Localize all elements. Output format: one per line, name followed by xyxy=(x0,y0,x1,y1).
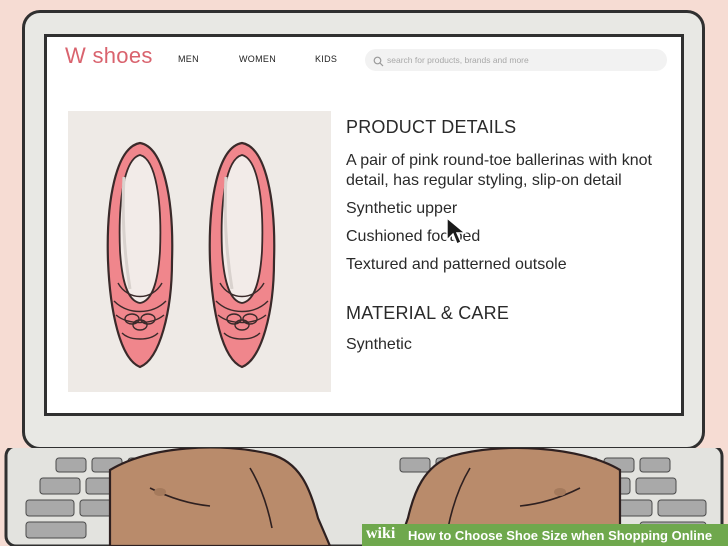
ballerina-shoes-illustration xyxy=(106,141,276,369)
feature-item: Synthetic upper xyxy=(346,200,458,217)
product-details: PRODUCT DETAILS A pair of pink round-toe… xyxy=(346,117,666,354)
wikihow-watermark: wiki How to Choose Shoe Size when Shoppi… xyxy=(362,524,728,546)
search-bar[interactable] xyxy=(365,49,667,71)
feature-item: Textured and patterned outsole xyxy=(346,256,567,273)
product-image[interactable] xyxy=(68,111,331,392)
search-input[interactable] xyxy=(387,49,657,71)
mouse-pointer-icon xyxy=(446,216,467,245)
laptop-screen: W shoes MEN WOMEN KIDS search for produc… xyxy=(44,34,684,416)
product-details-title: PRODUCT DETAILS xyxy=(346,117,517,137)
material-value: Synthetic xyxy=(346,336,412,353)
watermark-title: How to Choose Shoe Size when Shopping On… xyxy=(408,528,713,543)
material-care-title: MATERIAL & CARE xyxy=(346,303,510,323)
product-description: A pair of pink round-toe ballerinas with… xyxy=(346,152,652,189)
nav-kids[interactable]: KIDS xyxy=(315,54,337,64)
feature-item: Cushioned footbed xyxy=(346,228,481,245)
nav-women[interactable]: WOMEN xyxy=(239,54,276,64)
site-logo[interactable]: W shoes xyxy=(65,43,153,69)
watermark-brand: wiki xyxy=(366,525,396,542)
search-icon[interactable] xyxy=(373,54,384,72)
nav-men[interactable]: MEN xyxy=(178,54,199,64)
